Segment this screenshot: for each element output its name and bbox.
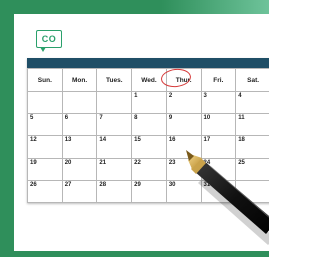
fountain-pen [186,150,269,245]
scene: CO Sun. Mon. Tues. Wed. Thur. Fri. Sat. [0,0,269,257]
